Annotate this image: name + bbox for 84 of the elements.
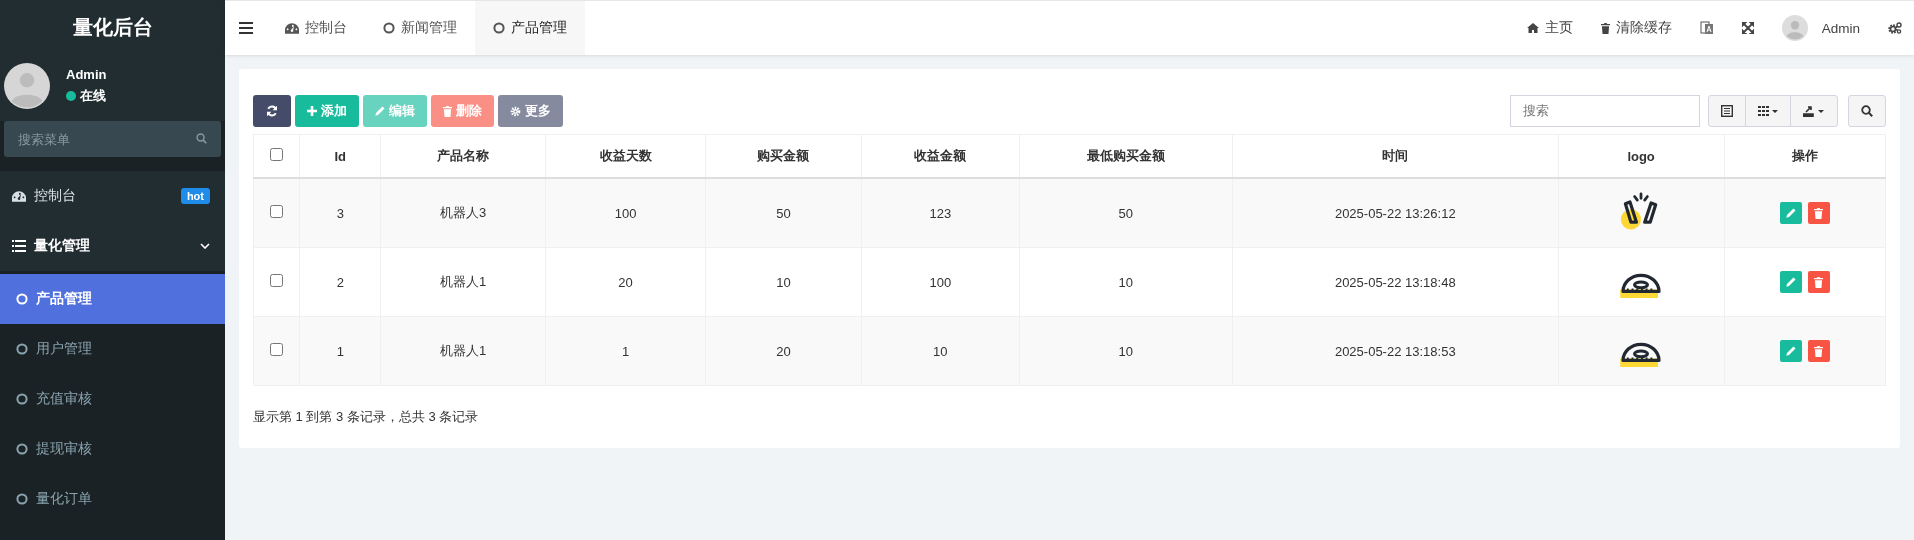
- table-cell: 20: [545, 247, 706, 317]
- circle-icon: [383, 22, 395, 34]
- table-cell: 50: [705, 178, 862, 248]
- menu-search-field[interactable]: 搜索菜单: [4, 121, 221, 157]
- edit-button[interactable]: [1779, 271, 1802, 293]
- user-status: 在线: [80, 87, 106, 105]
- pencil-icon: [1785, 208, 1796, 218]
- table-cell: 2025-05-22 13:18:48: [1232, 247, 1559, 317]
- menu-item[interactable]: 量化订单: [0, 474, 225, 524]
- delete-button[interactable]: [1807, 340, 1830, 362]
- table-cell: 123: [861, 178, 1020, 248]
- gear-icon: [510, 105, 521, 117]
- refresh-icon: [266, 105, 278, 117]
- table-cell: 1: [299, 316, 381, 386]
- avatar: [4, 63, 50, 109]
- dashboard-icon: [285, 22, 299, 34]
- table-cell: 2025-05-22 13:18:53: [1232, 316, 1559, 386]
- menu-item[interactable]: 用户管理: [0, 324, 225, 374]
- menu-item[interactable]: 控制台 hot: [0, 171, 225, 221]
- row-checkbox[interactable]: [270, 205, 284, 218]
- menu-item[interactable]: 提现审核: [0, 424, 225, 474]
- trash-icon: [443, 105, 452, 117]
- plus-icon: [307, 106, 317, 116]
- table-search-field[interactable]: 搜索: [1510, 95, 1700, 127]
- tab[interactable]: 控制台: [267, 1, 365, 55]
- table-cell: 2: [299, 247, 381, 317]
- edit-button[interactable]: [1779, 202, 1802, 224]
- search-icon: [196, 133, 207, 144]
- select-all-checkbox[interactable]: [270, 148, 284, 161]
- edit-button[interactable]: [1779, 340, 1802, 362]
- menu-item[interactable]: 量化管理: [0, 221, 225, 271]
- table-cell: 机器人1: [380, 247, 546, 317]
- menu-item[interactable]: 产品管理: [0, 274, 225, 324]
- table-cell: 机器人1: [380, 316, 546, 386]
- table-cell: 10: [1019, 247, 1233, 317]
- circle-icon: [16, 443, 28, 455]
- delete-button[interactable]: [1807, 271, 1830, 293]
- table-cell: 1: [545, 316, 706, 386]
- table-cell: 10: [1019, 316, 1233, 386]
- avatar: [1781, 15, 1808, 41]
- search-button[interactable]: [1848, 95, 1886, 127]
- export-icon: [1803, 105, 1825, 117]
- table-cell: 10: [861, 316, 1020, 386]
- user-menu[interactable]: Admin: [1767, 1, 1874, 55]
- table-cell: 机器人3: [380, 178, 546, 248]
- table-cell: 2025-05-22 13:26:12: [1232, 178, 1559, 248]
- pencil-icon: [1785, 346, 1796, 356]
- pencil-icon: [375, 106, 385, 116]
- brand-title: 量化后台: [0, 0, 225, 55]
- hot-badge: hot: [180, 188, 210, 204]
- table-cell: 50: [1019, 178, 1233, 248]
- trash-icon: [1814, 345, 1824, 357]
- table-cell: 100: [545, 178, 706, 248]
- circle-icon: [16, 343, 28, 355]
- table-cell: 20: [705, 316, 862, 386]
- trash-icon: [1814, 207, 1824, 219]
- clear-cache-link[interactable]: 清除缓存: [1586, 1, 1686, 55]
- row-checkbox[interactable]: [270, 274, 284, 287]
- menu-item[interactable]: 充值审核: [0, 374, 225, 424]
- grid-icon: [1758, 105, 1778, 117]
- tab[interactable]: 新闻管理: [365, 1, 475, 55]
- circle-icon: [16, 293, 28, 305]
- circle-icon: [493, 22, 505, 34]
- more-button[interactable]: 更多: [498, 95, 563, 127]
- user-name: Admin: [66, 67, 107, 82]
- pagination-summary: 显示第 1 到第 3 条记录，总共 3 条记录: [253, 409, 479, 424]
- dashboard-icon: [12, 190, 26, 202]
- trash-icon: [1814, 276, 1824, 288]
- tab[interactable]: 产品管理: [475, 1, 585, 55]
- row-checkbox[interactable]: [270, 343, 284, 356]
- circle-icon: [16, 493, 28, 505]
- home-icon: [1526, 23, 1539, 33]
- pencil-icon: [1785, 277, 1796, 287]
- table-cell: 100: [861, 247, 1020, 317]
- search-icon: [1861, 105, 1873, 117]
- list-icon: [12, 240, 26, 252]
- table-cell: 10: [705, 247, 862, 317]
- table-cell: 3: [299, 178, 381, 248]
- circle-icon: [16, 393, 28, 405]
- trash-icon: [1600, 22, 1610, 34]
- refresh-button[interactable]: [253, 95, 291, 127]
- home-link[interactable]: 主页: [1512, 1, 1587, 55]
- list-icon: [1721, 105, 1733, 117]
- delete-button[interactable]: [1807, 202, 1830, 224]
